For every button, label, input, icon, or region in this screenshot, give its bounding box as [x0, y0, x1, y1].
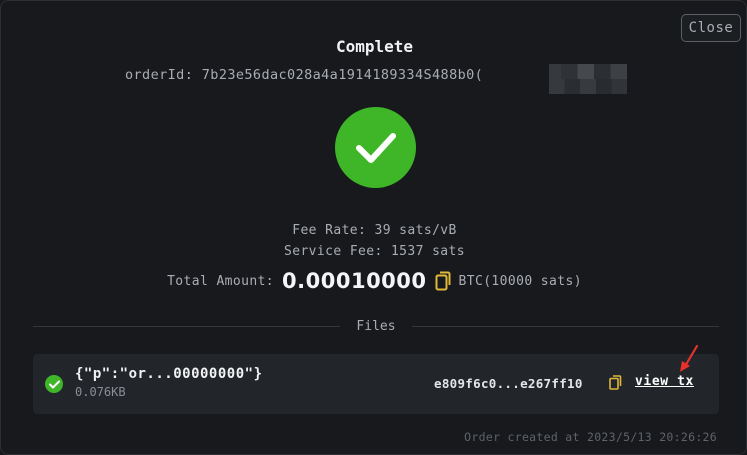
total-amount-label: Total Amount: — [167, 273, 275, 289]
file-size: 0.076KB — [75, 385, 126, 399]
red-arrow-annotation — [680, 344, 699, 372]
service-fee: Service Fee: 1537 sats — [284, 244, 465, 259]
file-success-icon — [45, 375, 63, 393]
file-tx-hash: e809f6c0...e267ff10 — [434, 376, 583, 391]
file-name: {"p":"or...00000000"} — [75, 366, 263, 382]
modal-title: Complete — [335, 37, 414, 56]
total-amount-row: Total Amount: 0.00010000 BTC(10000 sats) — [1, 269, 747, 293]
files-divider-left — [33, 326, 340, 327]
order-id-value: 7b23e56dac028a4a1914189334S488b0( — [201, 67, 484, 83]
order-created-timestamp: Order created at 2023/5/13 20:26:26 — [464, 430, 717, 444]
copy-icon[interactable] — [435, 271, 451, 291]
copy-hash-icon[interactable] — [609, 375, 622, 390]
redacted-mask-top — [561, 64, 627, 79]
order-id-line: orderId: 7b23e56dac028a4a1914189334S488b… — [125, 67, 483, 83]
order-complete-modal: Close Complete orderId: 7b23e56dac028a4a… — [0, 0, 747, 455]
files-section-label: Files — [356, 319, 396, 334]
success-check-icon — [335, 107, 416, 188]
file-item: {"p":"or...00000000"} 0.076KB e809f6c0..… — [33, 354, 719, 414]
total-amount-unit: BTC(10000 sats) — [458, 273, 582, 289]
view-tx-link[interactable]: view tx — [635, 374, 694, 389]
total-amount-value: 0.00010000 — [282, 269, 427, 293]
order-id-label: orderId: — [125, 67, 194, 83]
fee-rate: Fee Rate: 39 sats/vB — [292, 223, 457, 238]
files-divider-right — [412, 326, 719, 327]
